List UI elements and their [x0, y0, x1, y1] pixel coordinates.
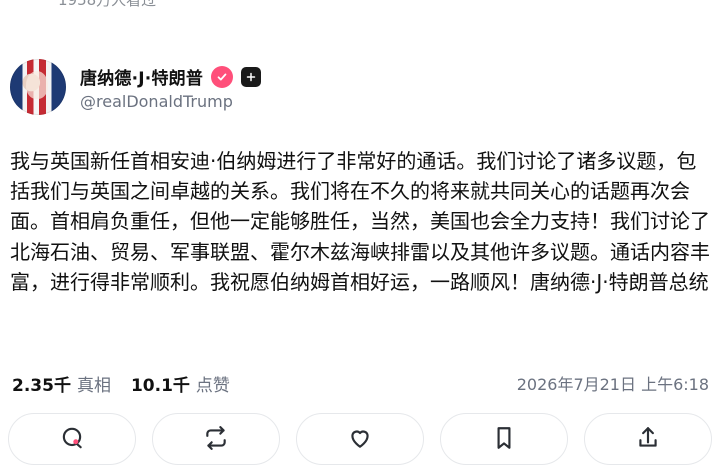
avatar[interactable]	[10, 59, 66, 115]
verified-badge-icon	[211, 65, 234, 88]
bookmark-button[interactable]	[440, 413, 568, 465]
share-icon	[635, 425, 661, 454]
plus-icon[interactable]	[241, 66, 262, 87]
author-handle[interactable]: @realDonaldTrump	[80, 92, 233, 111]
likes-count: 10.1千	[130, 376, 190, 396]
comment-button[interactable]	[8, 413, 136, 465]
reposts-label: 真相	[76, 376, 111, 396]
post-text: 我与英国新任首相安迪·伯纳姆进行了非常好的通话。我们讨论了诸多议题，包括我们与英…	[10, 149, 710, 294]
post-stats: 2.35千 真相 10.1千 点赞	[12, 371, 244, 396]
like-button[interactable]	[296, 413, 424, 465]
action-bar	[8, 413, 713, 465]
timestamp: 2026年7月21日 上午6:18	[516, 375, 709, 394]
top-clip-text: 1958万人看过	[0, 0, 725, 8]
author-row: 唐纳德·J·特朗普	[80, 64, 262, 89]
share-button[interactable]	[584, 413, 712, 465]
bookmark-icon	[491, 425, 517, 454]
repost-button[interactable]	[152, 413, 280, 465]
comment-icon	[59, 425, 85, 454]
repost-icon	[203, 425, 229, 454]
reposts-count: 2.35千	[12, 376, 71, 396]
view-count-text: 1958万人看过	[58, 0, 156, 8]
author-name[interactable]: 唐纳德·J·特朗普	[80, 64, 203, 89]
likes-label: 点赞	[195, 376, 230, 396]
like-icon	[347, 425, 373, 454]
